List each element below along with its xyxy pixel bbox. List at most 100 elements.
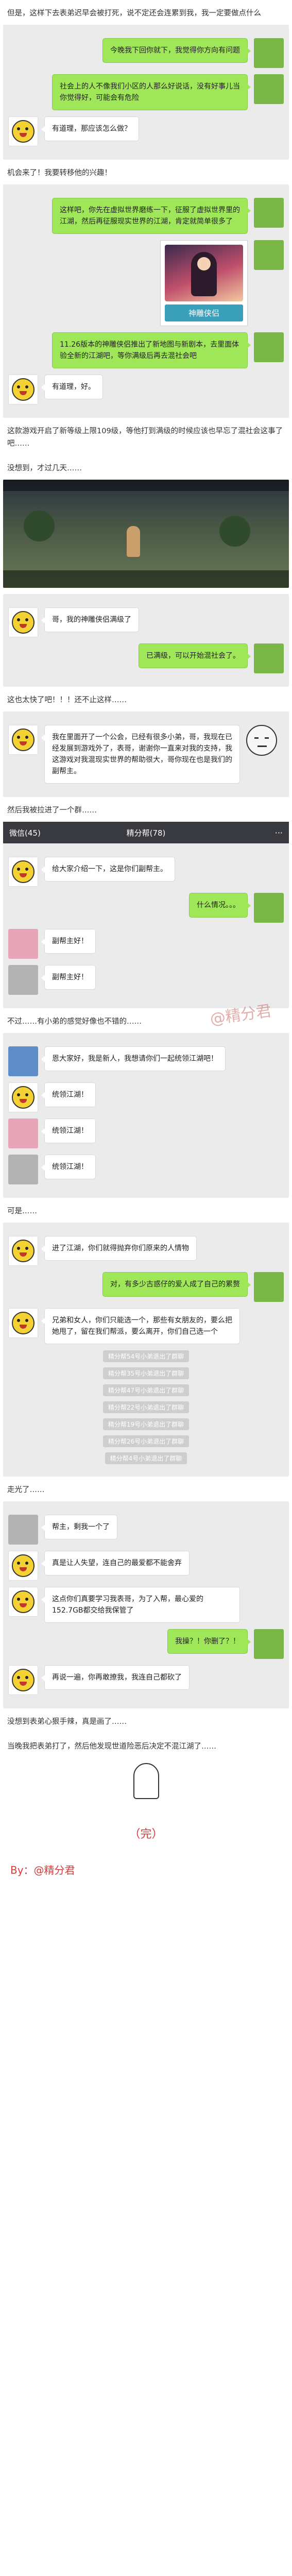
avatar[interactable] bbox=[8, 1155, 38, 1184]
message-row: 这点你们真要学习我表哥，为了入帮，最心爱的152.7GB都交给我保管了 bbox=[8, 1587, 284, 1623]
message-row: 统领江湖！ bbox=[8, 1082, 284, 1112]
chat-panel-6: 进了江湖，你们就得抛弃你们原来的人情物 对，有多少古惑仔的爱人成了自己的累赘 兄… bbox=[3, 1223, 289, 1477]
message-row: 真是让人失望，连自己的最爱都不能舍弃 bbox=[8, 1551, 284, 1581]
message-row: 给大家介绍一下，这是你们副帮主。 bbox=[8, 857, 284, 887]
message-bubble[interactable]: 11.26版本的神雕侠侣推出了新地图与新剧本，去里面体验全新的江湖吧，等你满级后… bbox=[52, 332, 251, 368]
avatar[interactable] bbox=[8, 929, 38, 959]
message-bubble[interactable]: 哥，我的神雕侠侣满级了 bbox=[41, 607, 139, 632]
avatar[interactable] bbox=[254, 1629, 284, 1659]
chat-panel-4: 我在里面开了一个公会，已经有很多小弟，哥，我现在已经发展到游戏外了，表哥，谢谢你… bbox=[3, 711, 289, 797]
message-bubble[interactable]: 副帮主好！ bbox=[41, 929, 96, 954]
message-row: 11.26版本的神雕侠侣推出了新地图与新剧本，去里面体验全新的江湖吧，等你满级后… bbox=[8, 332, 284, 368]
message-bubble[interactable]: 对，有多少古惑仔的爱人成了自己的累赘 bbox=[102, 1272, 251, 1297]
message-bubble[interactable]: 恩大家好，我是新人，我想请你们一起统领江湖吧！ bbox=[41, 1046, 226, 1071]
avatar[interactable] bbox=[8, 1118, 38, 1148]
message-row: 这样吧，你先在虚拟世界磨练一下，征服了虚拟世界里的江湖，然后再征服现实世界的江湖… bbox=[8, 198, 284, 234]
message-row: 再说一遍，你再敢撩我，我连自己都砍了 bbox=[8, 1665, 284, 1695]
pig-face-icon bbox=[12, 1086, 35, 1109]
avatar[interactable] bbox=[254, 38, 284, 68]
pig-face-icon bbox=[12, 1669, 35, 1691]
message-bubble[interactable]: 社会上的人不像我们小区的人那么好说话，没有好事儿当你觉得好，可能会有危险 bbox=[52, 74, 251, 110]
message-bubble[interactable]: 我在里面开了一个公会，已经有很多小弟，哥，我现在已经发展到游戏外了，表哥，谢谢你… bbox=[41, 725, 240, 784]
avatar[interactable] bbox=[8, 1551, 38, 1581]
message-row: 哥，我的神雕侠侣满级了 bbox=[8, 607, 284, 637]
game-share-card[interactable]: 神雕侠侣 bbox=[160, 240, 248, 326]
narration-8: 可是…… bbox=[7, 1207, 37, 1215]
more-icon[interactable]: ··· bbox=[236, 828, 283, 838]
system-message: 精分帮26号小弟退出了群聊 bbox=[8, 1435, 284, 1447]
avatar[interactable] bbox=[8, 116, 38, 146]
message-bubble[interactable]: 副帮主好！ bbox=[41, 965, 96, 990]
avatar[interactable] bbox=[254, 1272, 284, 1302]
system-message: 精分帮35号小弟退出了群聊 bbox=[8, 1367, 284, 1379]
chat-panel-5: 恩大家好，我是新人，我想请你们一起统领江湖吧！ 统领江湖！ 统领江湖！ 统领江湖… bbox=[3, 1033, 289, 1198]
message-bubble[interactable]: 再说一遍，你再敢撩我，我连自己都砍了 bbox=[41, 1665, 190, 1690]
back-button[interactable]: 微信(45) bbox=[9, 827, 56, 838]
comic-page: 但是，这样下去表弟迟早会被打死，说不定还会连累到我，我一定要做点什么 今晚我下回… bbox=[0, 0, 292, 1897]
byline: By：@精分君 bbox=[10, 1864, 75, 1876]
message-row: 有道理，那应该怎么做？ bbox=[8, 116, 284, 146]
message-bubble[interactable]: 帮主，剩我一个了 bbox=[41, 1515, 117, 1539]
message-row: 进了江湖，你们就得抛弃你们原来的人情物 bbox=[8, 1236, 284, 1266]
avatar[interactable] bbox=[8, 857, 38, 887]
avatar[interactable] bbox=[254, 332, 284, 362]
pig-face-icon bbox=[12, 1590, 35, 1613]
message-row: 今晚我下回你就下，我觉得你方向有问题 bbox=[8, 38, 284, 68]
avatar[interactable] bbox=[8, 1665, 38, 1695]
message-bubble[interactable]: 有道理，好。 bbox=[41, 375, 103, 399]
message-bubble[interactable]: 统领江湖！ bbox=[41, 1155, 96, 1179]
message-row: 兄弟和女人，你们只能选一个，那些有女朋友的，要么把她甩了，留在我们帮派，要么离开… bbox=[8, 1308, 284, 1344]
message-row: 我在里面开了一个公会，已经有很多小弟，哥，我现在已经发展到游戏外了，表哥，谢谢你… bbox=[8, 725, 284, 784]
game-card-caption: 神雕侠侣 bbox=[165, 304, 243, 321]
message-bubble[interactable]: 有道理，那应该怎么做？ bbox=[41, 116, 139, 141]
system-message: 精分帮22号小弟退出了群聊 bbox=[8, 1401, 284, 1413]
shocked-face-icon bbox=[246, 725, 277, 756]
message-row: 什么情况。。。 bbox=[8, 893, 284, 923]
message-bubble[interactable]: 今晚我下回你就下，我觉得你方向有问题 bbox=[102, 38, 251, 63]
message-bubble[interactable]: 我操？！你删了？！ bbox=[167, 1629, 251, 1654]
avatar[interactable] bbox=[254, 893, 284, 923]
message-bubble[interactable]: 进了江湖，你们就得抛弃你们原来的人情物 bbox=[41, 1236, 197, 1261]
ending-illustration bbox=[0, 1758, 292, 1804]
pig-face-icon bbox=[12, 1240, 35, 1262]
message-row: 帮主，剩我一个了 bbox=[8, 1515, 284, 1545]
avatar[interactable] bbox=[8, 725, 38, 755]
message-bubble[interactable]: 兄弟和女人，你们只能选一个，那些有女朋友的，要么把她甩了，留在我们帮派，要么离开… bbox=[41, 1308, 240, 1344]
avatar[interactable] bbox=[8, 1082, 38, 1112]
avatar[interactable] bbox=[8, 1046, 38, 1076]
game-character-image bbox=[127, 526, 140, 557]
narration-3: 这款游戏开启了新等级上限109级，等他打到满级的时候应该也早忘了混社会这事了吧…… bbox=[7, 427, 283, 448]
avatar[interactable] bbox=[8, 1236, 38, 1266]
avatar[interactable] bbox=[8, 1515, 38, 1545]
avatar[interactable] bbox=[8, 1308, 38, 1338]
chat-panel-7: 帮主，剩我一个了 真是让人失望，连自己的最爱都不能舍弃 这点你们真要学习我表哥，… bbox=[3, 1501, 289, 1708]
avatar[interactable] bbox=[8, 607, 38, 637]
avatar[interactable] bbox=[254, 198, 284, 228]
message-bubble[interactable]: 真是让人失望，连自己的最爱都不能舍弃 bbox=[41, 1551, 190, 1575]
message-row: 社会上的人不像我们小区的人那么好说话，没有好事儿当你觉得好，可能会有危险 bbox=[8, 74, 284, 110]
message-row: 恩大家好，我是新人，我想请你们一起统领江湖吧！ bbox=[8, 1046, 284, 1076]
end-mark: （完） bbox=[129, 1828, 163, 1841]
message-bubble[interactable]: 统领江湖！ bbox=[41, 1082, 96, 1107]
pig-face-icon bbox=[12, 1312, 35, 1334]
avatar[interactable] bbox=[254, 643, 284, 673]
message-bubble[interactable]: 这样吧，你先在虚拟世界磨练一下，征服了虚拟世界里的江湖，然后再征服现实世界的江湖… bbox=[52, 198, 251, 234]
avatar[interactable] bbox=[8, 375, 38, 404]
avatar[interactable] bbox=[8, 1587, 38, 1617]
avatar[interactable] bbox=[254, 74, 284, 104]
narration-4: 没想到，才过几天…… bbox=[7, 464, 82, 472]
message-bubble[interactable]: 给大家介绍一下，这是你们副帮主。 bbox=[41, 857, 175, 882]
message-bubble[interactable]: 什么情况。。。 bbox=[189, 893, 251, 918]
narration-11: 当晚我把表弟打了，然后他发现世道险恶后决定不混江湖了…… bbox=[7, 1742, 216, 1751]
game-art-image bbox=[165, 245, 243, 301]
message-row: 我操？！你删了？！ bbox=[8, 1629, 284, 1659]
avatar[interactable] bbox=[8, 965, 38, 995]
message-bubble[interactable]: 统领江湖！ bbox=[41, 1118, 96, 1143]
narration-10: 没想到表弟心狠手辣，真是画了…… bbox=[7, 1718, 127, 1726]
message-row: 统领江湖！ bbox=[8, 1118, 284, 1148]
message-bubble[interactable]: 这点你们真要学习我表哥，为了入帮，最心爱的152.7GB都交给我保管了 bbox=[41, 1587, 240, 1623]
group-chat-panel: 给大家介绍一下，这是你们副帮主。 什么情况。。。 副帮主好！ 副帮主好！ bbox=[3, 843, 289, 1008]
message-bubble[interactable]: 已满级，可以开始混社会了。 bbox=[139, 643, 251, 668]
group-chat-header: 微信(45) 精分帮(78) ··· bbox=[3, 822, 289, 843]
avatar[interactable] bbox=[254, 240, 284, 270]
